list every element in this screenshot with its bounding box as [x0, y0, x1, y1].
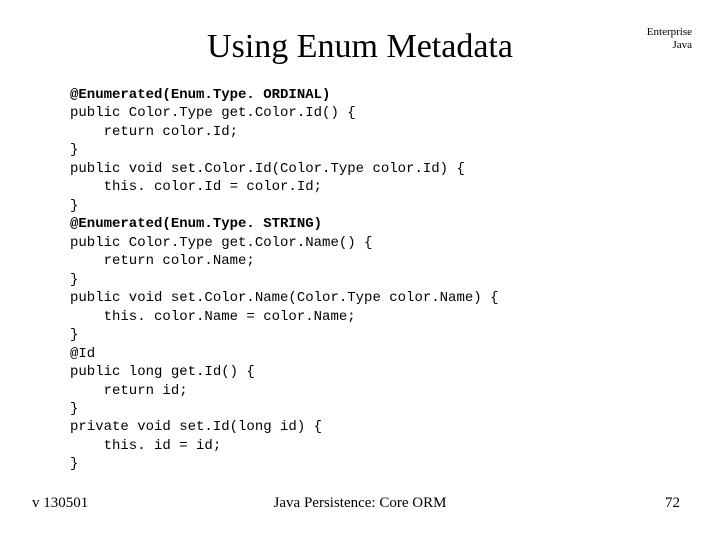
footer-title: Java Persistence: Core ORM [0, 495, 720, 512]
code-line: } [70, 327, 78, 343]
slide: Using Enum Metadata Enterprise Java @Enu… [0, 0, 720, 540]
code-line: } [70, 198, 78, 214]
code-line: public long get.Id() { [70, 364, 255, 380]
code-line: public Color.Type get.Color.Id() { [70, 105, 356, 121]
code-line: this. color.Name = color.Name; [70, 309, 356, 325]
code-line: } [70, 142, 78, 158]
code-line: return color.Name; [70, 253, 255, 269]
code-line: private void set.Id(long id) { [70, 419, 322, 435]
code-line: @Id [70, 346, 95, 362]
code-line: } [70, 401, 78, 417]
corner-line2: Java [647, 39, 692, 52]
code-line: return id; [70, 383, 188, 399]
code-line: this. id = id; [70, 438, 221, 454]
corner-line1: Enterprise [647, 26, 692, 39]
code-line: this. color.Id = color.Id; [70, 179, 322, 195]
code-line: } [70, 456, 78, 472]
code-block: @Enumerated(Enum.Type. ORDINAL) public C… [70, 86, 498, 474]
code-line: } [70, 272, 78, 288]
code-line: @Enumerated(Enum.Type. ORDINAL) [70, 87, 330, 103]
code-line: public void set.Color.Id(Color.Type colo… [70, 161, 465, 177]
code-line: return color.Id; [70, 124, 238, 140]
page-number: 72 [665, 495, 680, 512]
code-line: public void set.Color.Name(Color.Type co… [70, 290, 498, 306]
code-line: public Color.Type get.Color.Name() { [70, 235, 372, 251]
code-line: @Enumerated(Enum.Type. STRING) [70, 216, 322, 232]
slide-title: Using Enum Metadata [0, 28, 720, 66]
corner-label: Enterprise Java [647, 26, 692, 51]
